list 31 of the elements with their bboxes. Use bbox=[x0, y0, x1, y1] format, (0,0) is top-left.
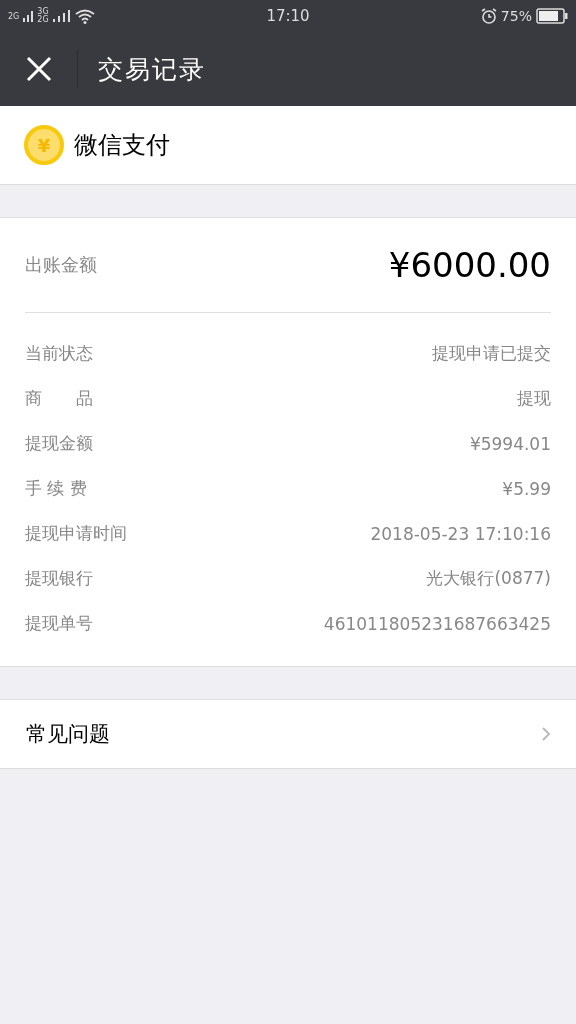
alarm-icon bbox=[480, 8, 497, 24]
detail-label: 当前状态 bbox=[25, 342, 93, 365]
detail-label: 提现银行 bbox=[25, 567, 93, 590]
detail-value: 461011805231687663425 bbox=[323, 613, 551, 634]
wifi-icon bbox=[74, 8, 95, 24]
detail-value: 2018-05-23 17:10:16 bbox=[370, 523, 551, 544]
detail-label: 商 品 bbox=[25, 387, 93, 410]
detail-value: ¥5.99 bbox=[502, 478, 551, 499]
network-label: 3G 2G bbox=[37, 8, 49, 24]
status-time: 17:10 bbox=[266, 7, 310, 25]
coin-icon: ¥ bbox=[24, 125, 64, 165]
signal-icon bbox=[52, 10, 71, 22]
chevron-icon bbox=[541, 726, 551, 742]
detail-value: 提现申请已提交 bbox=[432, 342, 551, 365]
amount-label: 出账金额 bbox=[25, 253, 97, 277]
battery-percent: 75% bbox=[500, 8, 532, 24]
detail-value: 提现 bbox=[517, 387, 551, 410]
amount-value: ¥6000.00 bbox=[388, 245, 551, 285]
detail-value: ¥5994.01 bbox=[469, 433, 551, 454]
detail-value: 光大银行(0877) bbox=[426, 567, 551, 590]
battery-icon bbox=[536, 8, 568, 24]
network-label: 2G bbox=[8, 11, 20, 21]
faq-item[interactable]: 常见问题 bbox=[0, 699, 576, 769]
detail-label: 手 续 费 bbox=[25, 477, 87, 500]
detail-label: 提现单号 bbox=[25, 612, 93, 635]
close-button[interactable] bbox=[26, 56, 52, 82]
merchant-name: 微信支付 bbox=[74, 130, 170, 161]
page-title: 交易记录 bbox=[98, 53, 206, 86]
detail-label: 提现金额 bbox=[25, 432, 93, 455]
detail-label: 提现申请时间 bbox=[25, 522, 127, 545]
signal-icon bbox=[23, 10, 34, 22]
